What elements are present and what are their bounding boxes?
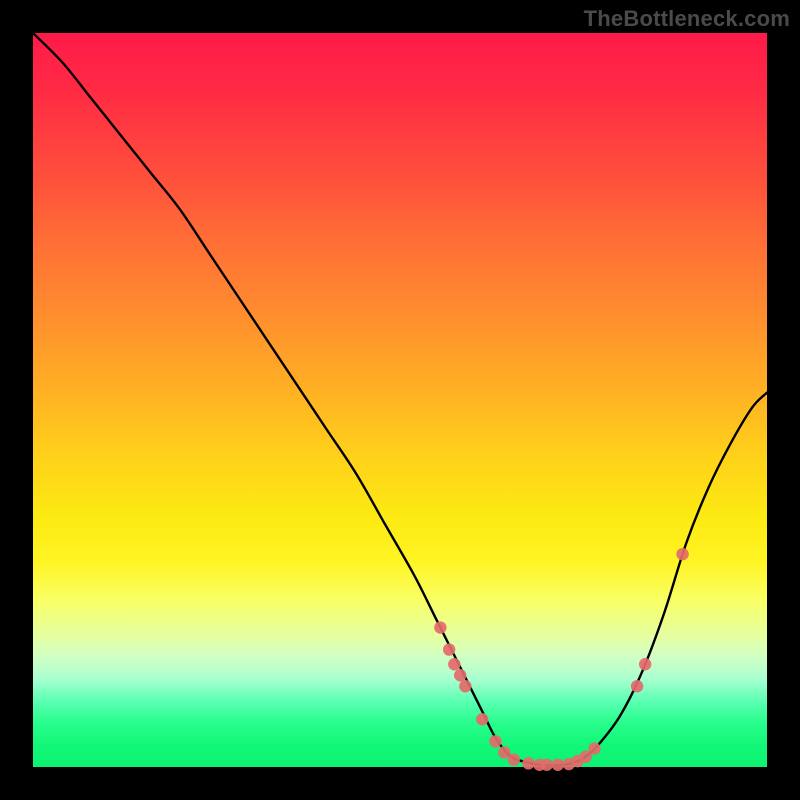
data-point: [639, 658, 651, 670]
data-point: [434, 621, 446, 633]
data-point: [552, 759, 564, 771]
data-point: [476, 713, 488, 725]
data-points: [434, 548, 689, 771]
data-point: [631, 680, 643, 692]
data-point: [508, 753, 520, 765]
data-point: [541, 759, 553, 771]
data-point: [588, 742, 600, 754]
chart-frame: TheBottleneck.com: [0, 0, 800, 800]
bottleneck-curve: [33, 33, 767, 766]
data-point: [522, 757, 534, 769]
data-point: [489, 735, 501, 747]
data-point: [459, 680, 471, 692]
chart-svg: [33, 33, 767, 767]
data-point: [676, 548, 688, 560]
data-point: [443, 643, 455, 655]
data-point: [454, 669, 466, 681]
data-point: [448, 658, 460, 670]
watermark-text: TheBottleneck.com: [584, 6, 790, 32]
plot-area: [33, 33, 767, 767]
